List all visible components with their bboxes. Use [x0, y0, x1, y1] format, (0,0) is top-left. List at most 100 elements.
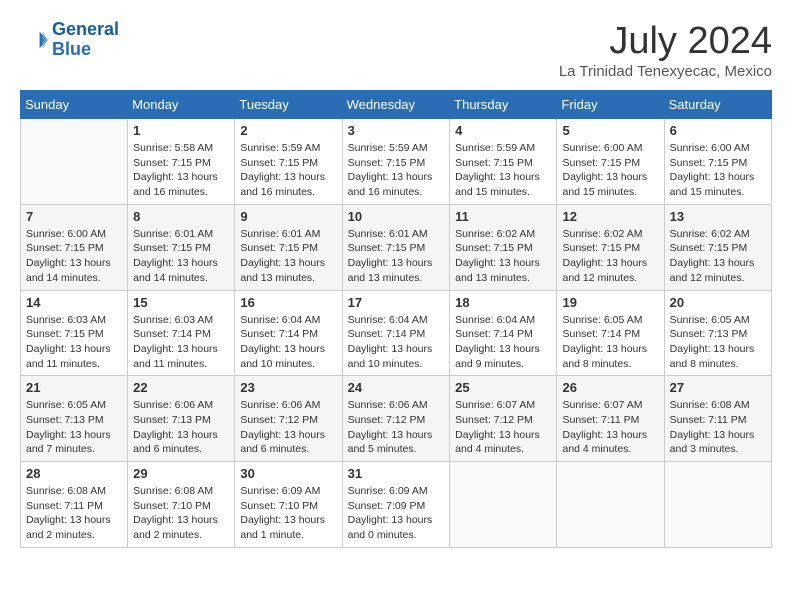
table-row: 28 Sunrise: 6:08 AM Sunset: 7:11 PM Dayli… [21, 462, 128, 548]
day-number: 31 [348, 466, 445, 481]
table-row: 19 Sunrise: 6:05 AM Sunset: 7:14 PM Dayli… [557, 290, 664, 376]
table-row: 1 Sunrise: 5:58 AM Sunset: 7:15 PM Daylig… [128, 119, 235, 205]
day-number: 19 [562, 295, 658, 310]
table-row: 24 Sunrise: 6:06 AM Sunset: 7:12 PM Dayli… [342, 376, 450, 462]
day-number: 3 [348, 123, 445, 138]
table-row: 14 Sunrise: 6:03 AM Sunset: 7:15 PM Dayli… [21, 290, 128, 376]
day-info: Sunrise: 6:09 AM Sunset: 7:09 PM Dayligh… [348, 484, 445, 543]
day-number: 6 [670, 123, 766, 138]
day-number: 8 [133, 209, 229, 224]
table-row: 22 Sunrise: 6:06 AM Sunset: 7:13 PM Dayli… [128, 376, 235, 462]
day-number: 4 [455, 123, 551, 138]
calendar-week-row: 21Sunrise: 6:05 AM Sunset: 7:13 PM Dayli… [21, 376, 772, 462]
day-info: Sunrise: 6:04 AM Sunset: 7:14 PM Dayligh… [240, 313, 336, 372]
table-row: 20Sunrise: 6:05 AM Sunset: 7:13 PM Dayli… [664, 290, 771, 376]
day-number: 11 [455, 209, 551, 224]
day-info: Sunrise: 6:07 AM Sunset: 7:12 PM Dayligh… [455, 398, 551, 457]
logo-line1: General [52, 19, 119, 39]
table-row [557, 462, 664, 548]
table-row: 11 Sunrise: 6:02 AM Sunset: 7:15 PM Dayli… [450, 204, 557, 290]
calendar-week-row: 14 Sunrise: 6:03 AM Sunset: 7:15 PM Dayli… [21, 290, 772, 376]
day-number: 17 [348, 295, 445, 310]
table-row [450, 462, 557, 548]
day-number: 28 [26, 466, 122, 481]
table-row: 13Sunrise: 6:02 AM Sunset: 7:15 PM Dayli… [664, 204, 771, 290]
day-info: Sunrise: 6:09 AM Sunset: 7:10 PM Dayligh… [240, 484, 336, 543]
day-number: 30 [240, 466, 336, 481]
table-row: 29 Sunrise: 6:08 AM Sunset: 7:10 PM Dayli… [128, 462, 235, 548]
logo-icon [20, 26, 48, 54]
day-number: 5 [562, 123, 658, 138]
day-info: Sunrise: 6:03 AM Sunset: 7:15 PM Dayligh… [26, 313, 122, 372]
day-number: 24 [348, 380, 445, 395]
table-row: 25Sunrise: 6:07 AM Sunset: 7:12 PM Dayli… [450, 376, 557, 462]
table-row: 16 Sunrise: 6:04 AM Sunset: 7:14 PM Dayli… [235, 290, 342, 376]
day-info: Sunrise: 6:00 AM Sunset: 7:15 PM Dayligh… [26, 227, 122, 286]
day-number: 2 [240, 123, 336, 138]
col-saturday: Saturday [664, 91, 771, 119]
day-info: Sunrise: 6:05 AM Sunset: 7:14 PM Dayligh… [562, 313, 658, 372]
calendar-week-row: 7Sunrise: 6:00 AM Sunset: 7:15 PM Daylig… [21, 204, 772, 290]
calendar-week-row: 28 Sunrise: 6:08 AM Sunset: 7:11 PM Dayli… [21, 462, 772, 548]
day-number: 29 [133, 466, 229, 481]
day-info: Sunrise: 6:00 AM Sunset: 7:15 PM Dayligh… [562, 141, 658, 200]
day-info: Sunrise: 6:06 AM Sunset: 7:13 PM Dayligh… [133, 398, 229, 457]
day-number: 15 [133, 295, 229, 310]
calendar-header-row: Sunday Monday Tuesday Wednesday Thursday… [21, 91, 772, 119]
day-info: Sunrise: 6:02 AM Sunset: 7:15 PM Dayligh… [562, 227, 658, 286]
day-number: 23 [240, 380, 336, 395]
table-row: 31 Sunrise: 6:09 AM Sunset: 7:09 PM Dayli… [342, 462, 450, 548]
calendar-table: Sunday Monday Tuesday Wednesday Thursday… [20, 90, 772, 548]
day-number: 10 [348, 209, 445, 224]
day-info: Sunrise: 6:01 AM Sunset: 7:15 PM Dayligh… [133, 227, 229, 286]
day-number: 16 [240, 295, 336, 310]
table-row: 7Sunrise: 6:00 AM Sunset: 7:15 PM Daylig… [21, 204, 128, 290]
day-info: Sunrise: 6:01 AM Sunset: 7:15 PM Dayligh… [348, 227, 445, 286]
logo-line2: Blue [52, 39, 91, 59]
col-wednesday: Wednesday [342, 91, 450, 119]
day-number: 18 [455, 295, 551, 310]
table-row: 8 Sunrise: 6:01 AM Sunset: 7:15 PM Daylig… [128, 204, 235, 290]
col-sunday: Sunday [21, 91, 128, 119]
day-number: 1 [133, 123, 229, 138]
logo-text: General Blue [52, 20, 119, 60]
table-row [664, 462, 771, 548]
day-number: 22 [133, 380, 229, 395]
calendar-week-row: 1 Sunrise: 5:58 AM Sunset: 7:15 PM Daylig… [21, 119, 772, 205]
day-info: Sunrise: 6:03 AM Sunset: 7:14 PM Dayligh… [133, 313, 229, 372]
day-number: 20 [670, 295, 766, 310]
day-info: Sunrise: 5:58 AM Sunset: 7:15 PM Dayligh… [133, 141, 229, 200]
day-info: Sunrise: 6:00 AM Sunset: 7:15 PM Dayligh… [670, 141, 766, 200]
day-info: Sunrise: 6:08 AM Sunset: 7:11 PM Dayligh… [26, 484, 122, 543]
table-row: 15 Sunrise: 6:03 AM Sunset: 7:14 PM Dayli… [128, 290, 235, 376]
location: La Trinidad Tenexyecac, Mexico [559, 63, 772, 80]
table-row: 9 Sunrise: 6:01 AM Sunset: 7:15 PM Daylig… [235, 204, 342, 290]
table-row: 21Sunrise: 6:05 AM Sunset: 7:13 PM Dayli… [21, 376, 128, 462]
day-info: Sunrise: 5:59 AM Sunset: 7:15 PM Dayligh… [455, 141, 551, 200]
table-row: 2Sunrise: 5:59 AM Sunset: 7:15 PM Daylig… [235, 119, 342, 205]
day-info: Sunrise: 6:01 AM Sunset: 7:15 PM Dayligh… [240, 227, 336, 286]
logo: General Blue [20, 20, 119, 60]
day-info: Sunrise: 6:04 AM Sunset: 7:14 PM Dayligh… [455, 313, 551, 372]
table-row: 3Sunrise: 5:59 AM Sunset: 7:15 PM Daylig… [342, 119, 450, 205]
table-row: 26 Sunrise: 6:07 AM Sunset: 7:11 PM Dayli… [557, 376, 664, 462]
day-info: Sunrise: 6:07 AM Sunset: 7:11 PM Dayligh… [562, 398, 658, 457]
table-row: 27Sunrise: 6:08 AM Sunset: 7:11 PM Dayli… [664, 376, 771, 462]
col-thursday: Thursday [450, 91, 557, 119]
month-title: July 2024 [559, 20, 772, 63]
col-tuesday: Tuesday [235, 91, 342, 119]
day-number: 14 [26, 295, 122, 310]
day-number: 9 [240, 209, 336, 224]
title-block: July 2024 La Trinidad Tenexyecac, Mexico [559, 20, 772, 80]
day-number: 26 [562, 380, 658, 395]
table-row: 6 Sunrise: 6:00 AM Sunset: 7:15 PM Daylig… [664, 119, 771, 205]
table-row: 12Sunrise: 6:02 AM Sunset: 7:15 PM Dayli… [557, 204, 664, 290]
day-info: Sunrise: 6:08 AM Sunset: 7:11 PM Dayligh… [670, 398, 766, 457]
day-info: Sunrise: 6:02 AM Sunset: 7:15 PM Dayligh… [455, 227, 551, 286]
table-row: 5 Sunrise: 6:00 AM Sunset: 7:15 PM Daylig… [557, 119, 664, 205]
day-info: Sunrise: 6:05 AM Sunset: 7:13 PM Dayligh… [26, 398, 122, 457]
day-info: Sunrise: 6:06 AM Sunset: 7:12 PM Dayligh… [348, 398, 445, 457]
day-info: Sunrise: 6:08 AM Sunset: 7:10 PM Dayligh… [133, 484, 229, 543]
table-row: 30 Sunrise: 6:09 AM Sunset: 7:10 PM Dayli… [235, 462, 342, 548]
col-friday: Friday [557, 91, 664, 119]
